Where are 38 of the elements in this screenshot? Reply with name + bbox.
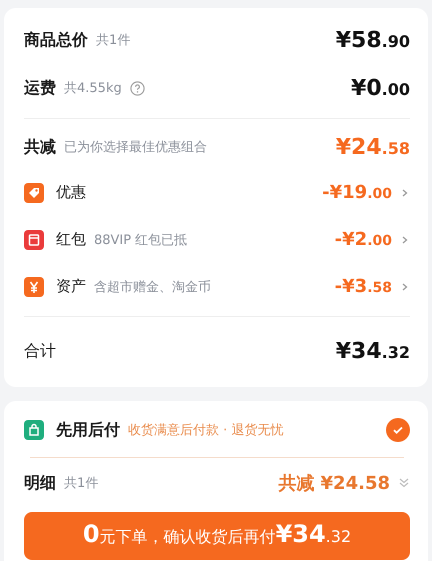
row-note: 共4.55kg <box>64 80 122 97</box>
row-label: 商品总价 <box>24 30 88 50</box>
amount: -¥2.00 <box>334 229 392 250</box>
help-icon[interactable] <box>130 80 145 96</box>
detail-label: 明细 <box>24 472 56 494</box>
row-label: 运费 <box>24 78 56 98</box>
envelope-icon <box>24 230 44 250</box>
row-label: 合计 <box>24 340 56 362</box>
amount: -¥19.00 <box>322 182 392 203</box>
row-label: 资产 <box>56 277 86 296</box>
detail-note: 共1件 <box>64 475 98 492</box>
amount: ¥58.90 <box>336 28 410 52</box>
row-note: 共1件 <box>96 32 130 49</box>
shopping-bag-icon <box>24 420 44 440</box>
tag-icon <box>24 182 44 202</box>
row-note: 含超市赠金、淘金币 <box>94 278 211 296</box>
amount: ¥24.58 <box>336 134 410 160</box>
yen-icon <box>24 276 44 296</box>
saving-amount: 共减 ¥24.58 <box>278 472 390 495</box>
discount-row[interactable]: 红包 88VIP 红包已抵 -¥2.00 <box>24 216 410 263</box>
chevron-right-icon <box>400 234 410 244</box>
row-note: 88VIP 红包已抵 <box>94 232 188 248</box>
checkbox[interactable] <box>386 418 410 442</box>
chevron-down-icon[interactable] <box>398 477 410 489</box>
discount-row[interactable]: 资产 含超市赠金、淘金币 -¥3.58 <box>24 263 410 310</box>
amount: -¥3.58 <box>334 276 392 297</box>
row-label: 红包 <box>56 230 86 249</box>
chevron-right-icon <box>400 188 410 198</box>
amount: ¥0.00 <box>351 76 410 100</box>
payment-note: 收货满意后付款 · 退货无忧 <box>128 422 284 439</box>
payment-label: 先用后付 <box>56 420 120 440</box>
row-label: 优惠 <box>56 183 86 202</box>
amount: ¥34.32 <box>336 338 410 364</box>
chevron-right-icon <box>400 282 410 292</box>
row-note: 已为你选择最佳优惠组合 <box>64 139 207 156</box>
discount-row[interactable]: 优惠 -¥19.00 <box>24 169 410 216</box>
check-icon <box>392 424 404 436</box>
row-label: 共减 <box>24 136 56 158</box>
